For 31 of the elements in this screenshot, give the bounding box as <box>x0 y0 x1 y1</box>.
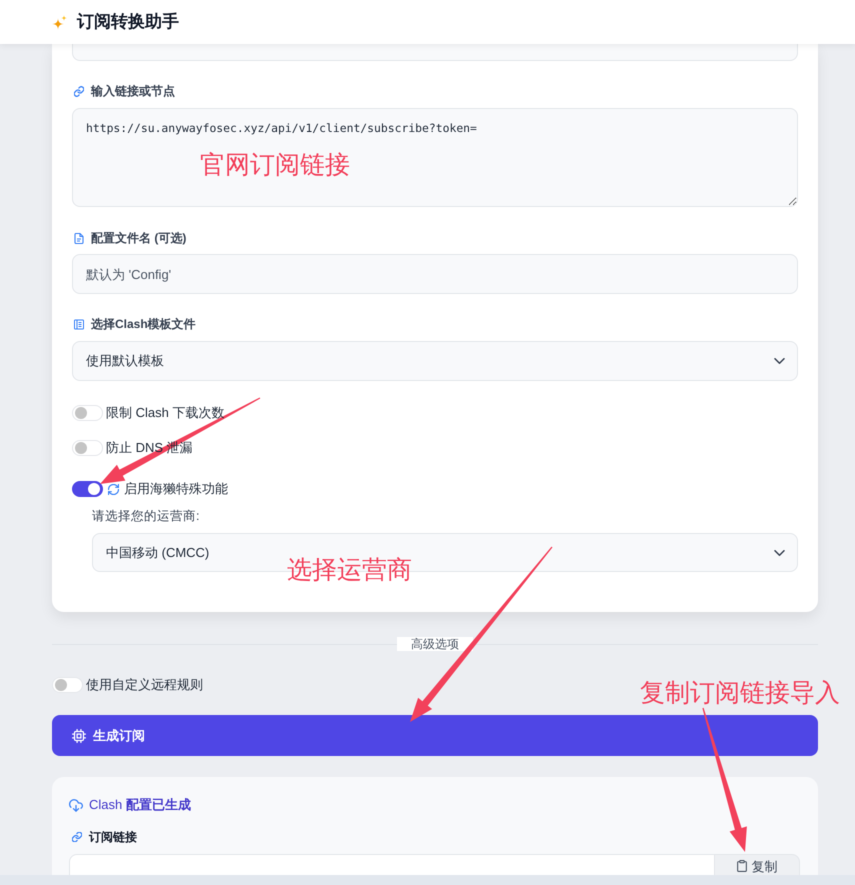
link-icon <box>72 832 82 842</box>
toggle-switch[interactable] <box>72 481 103 497</box>
field-label: 配置文件名 (可选) <box>91 230 186 247</box>
sparkle-icon <box>52 14 67 30</box>
template-select[interactable]: 使用默认模板 <box>72 341 798 381</box>
toggle-label: 使用自定义远程规则 <box>86 676 203 694</box>
app-title: 订阅转换助手 <box>77 11 179 34</box>
chip-icon <box>72 728 86 742</box>
template-icon <box>74 318 84 330</box>
generate-button[interactable]: 生成订阅 <box>52 715 818 756</box>
clipboard-icon <box>736 860 746 872</box>
annotation-label: 复制订阅链接导入 <box>640 679 840 707</box>
toggle-label: 启用海獭特殊功能 <box>124 480 228 498</box>
copy-button[interactable]: 复制 <box>715 854 800 875</box>
subscription-link-input[interactable] <box>69 854 715 875</box>
cloud-download-icon <box>69 798 83 812</box>
field-label: 选择Clash模板文件 <box>91 316 196 333</box>
chevron-down-icon <box>774 358 785 364</box>
refresh-icon <box>108 484 119 494</box>
link-icon <box>74 86 84 96</box>
chevron-down-icon <box>774 550 785 556</box>
field-label: 订阅链接 <box>89 829 137 846</box>
operator-label: 请选择您的运营商: <box>92 509 200 523</box>
result-title: Clash 配置已生成 <box>89 796 191 814</box>
document-icon <box>74 232 84 244</box>
filename-input[interactable]: 默认为 'Config' <box>72 254 798 294</box>
divider-label: 高级选项 <box>397 637 473 651</box>
dropdown-field[interactable] <box>72 44 798 61</box>
annotation-label: 官网订阅链接 <box>200 151 350 179</box>
field-label: 输入链接或节点 <box>91 83 175 100</box>
toggle-label: 限制 Clash 下载次数 <box>106 404 224 422</box>
